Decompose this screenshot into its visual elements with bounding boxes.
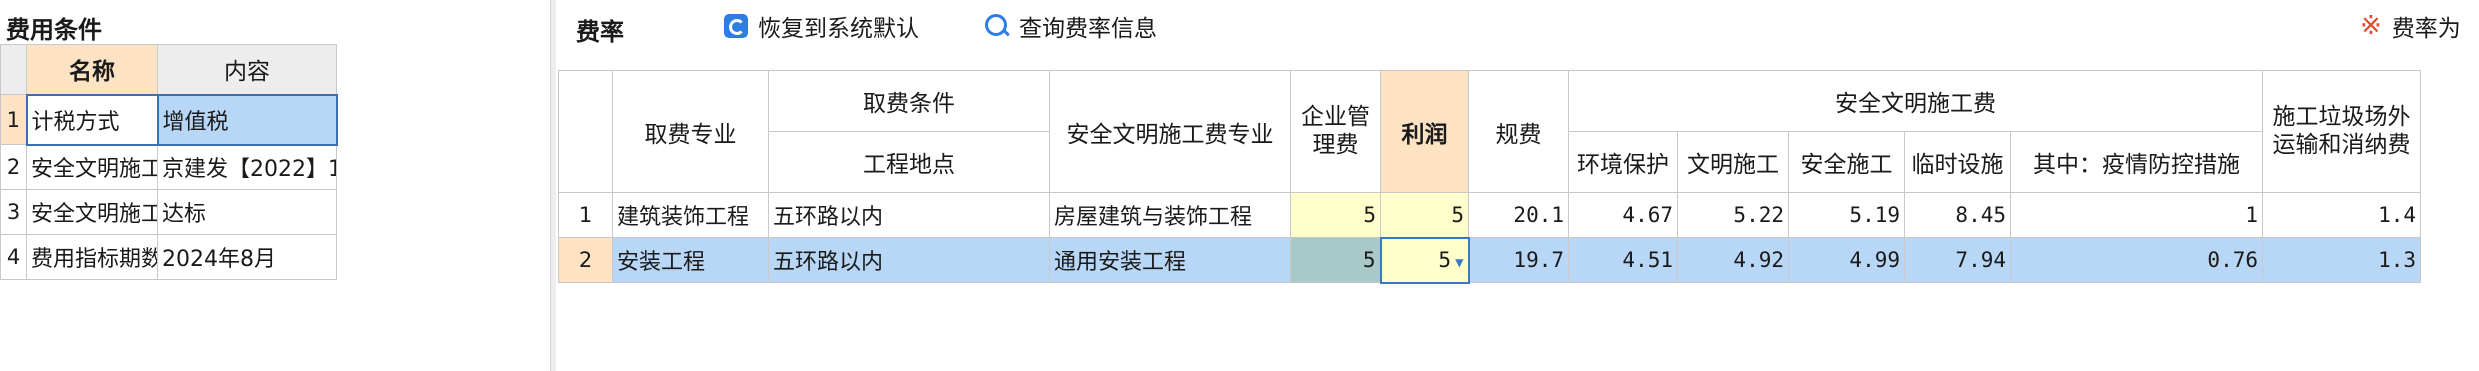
- refresh-icon: [724, 14, 748, 38]
- right-panel-title: 费率: [576, 18, 624, 46]
- cell-env[interactable]: 4.67: [1568, 192, 1678, 238]
- cell-management-fee[interactable]: 5: [1290, 192, 1381, 238]
- row-number[interactable]: 2: [0, 144, 27, 190]
- header-major[interactable]: 取费专业: [612, 70, 769, 193]
- cell-location[interactable]: 五环路以内: [768, 192, 1050, 238]
- cell-management-fee[interactable]: 5: [1290, 237, 1381, 283]
- condition-value[interactable]: 增值税: [156, 93, 338, 146]
- restore-default-label: 恢复到系统默认: [758, 16, 919, 42]
- dropdown-arrow-icon[interactable]: ▼: [1455, 255, 1463, 271]
- header-epidemic[interactable]: 其中：疫情防控措施: [2010, 131, 2263, 193]
- condition-name[interactable]: 安全文明施工标准: [26, 189, 158, 235]
- header-env[interactable]: 环境保护: [1568, 131, 1678, 193]
- row-number[interactable]: 1: [558, 192, 613, 238]
- cell-regulation-fee[interactable]: 20.1: [1468, 192, 1569, 238]
- cell-safety-major[interactable]: 房屋建筑与装饰工程: [1049, 192, 1291, 238]
- cell-temp[interactable]: 7.94: [1904, 237, 2011, 283]
- cell-temp[interactable]: 8.45: [1904, 192, 2011, 238]
- cell-env[interactable]: 4.51: [1568, 237, 1678, 283]
- cell-epidemic[interactable]: 1: [2010, 192, 2263, 238]
- header-safety-major[interactable]: 安全文明施工费专业: [1049, 70, 1291, 193]
- query-rate-label: 查询费率信息: [1019, 16, 1157, 42]
- condition-name[interactable]: 安全文明施工文件: [26, 144, 158, 190]
- row-number[interactable]: 3: [0, 189, 27, 235]
- condition-name[interactable]: 计税方式: [25, 93, 159, 146]
- cell-regulation-fee[interactable]: 19.7: [1468, 237, 1569, 283]
- cell-safe[interactable]: 4.99: [1788, 237, 1905, 283]
- profit-value: 5: [1438, 248, 1452, 272]
- header-safety-group[interactable]: 安全文明施工费: [1568, 70, 2263, 132]
- table-row[interactable]: 2 安装工程 五环路以内 通用安装工程 5 5 ▼ 19.7 4.51 4.92 …: [558, 236, 2421, 284]
- fee-conditions-table: 名称 内容 1 计税方式 增值税 2 安全文明施工文件 京建发【2022】190…: [0, 44, 338, 280]
- cell-profit-editor[interactable]: 5 ▼: [1379, 236, 1470, 284]
- search-icon: [985, 14, 1009, 38]
- corner-cell: [558, 70, 613, 193]
- corner-cell: [0, 44, 27, 95]
- row-number[interactable]: 4: [0, 234, 27, 280]
- header-location[interactable]: 工程地点: [768, 131, 1050, 193]
- header-profit[interactable]: 利润: [1380, 70, 1469, 193]
- cell-civil[interactable]: 4.92: [1677, 237, 1789, 283]
- cell-civil[interactable]: 5.22: [1677, 192, 1789, 238]
- header-name[interactable]: 名称: [26, 44, 158, 95]
- cell-epidemic[interactable]: 0.76: [2010, 237, 2263, 283]
- header-temp[interactable]: 临时设施: [1904, 131, 2011, 193]
- left-panel-title: 费用条件: [6, 16, 102, 44]
- cell-safety-major[interactable]: 通用安装工程: [1049, 237, 1291, 283]
- cell-safe[interactable]: 5.19: [1788, 192, 1905, 238]
- fee-rate-table: 取费专业 取费条件 安全文明施工费专业 企业管理费 利润 规费 安全文明施工费 …: [558, 70, 2421, 284]
- cell-waste[interactable]: 1.3: [2262, 237, 2421, 283]
- query-rate-button[interactable]: 查询费率信息: [985, 9, 1157, 43]
- condition-value[interactable]: 2024年8月: [157, 234, 337, 280]
- condition-name[interactable]: 费用指标期数: [26, 234, 158, 280]
- header-civil[interactable]: 文明施工: [1677, 131, 1789, 193]
- condition-value[interactable]: 京建发【2022】190号文: [157, 144, 337, 190]
- cell-waste[interactable]: 1.4: [2262, 192, 2421, 238]
- condition-value[interactable]: 达标: [157, 189, 337, 235]
- table-row[interactable]: 1 建筑装饰工程 五环路以内 房屋建筑与装饰工程 5 5 20.1 4.67 5…: [558, 192, 2421, 238]
- rate-warning[interactable]: ※ 费率为: [2360, 9, 2461, 43]
- row-number[interactable]: 1: [0, 94, 27, 145]
- cell-location[interactable]: 五环路以内: [768, 237, 1050, 283]
- cell-major[interactable]: 建筑装饰工程: [612, 192, 769, 238]
- row-number[interactable]: 2: [558, 237, 613, 283]
- header-content[interactable]: 内容: [157, 44, 337, 95]
- header-condition[interactable]: 取费条件: [768, 70, 1050, 132]
- cell-major[interactable]: 安装工程: [612, 237, 769, 283]
- header-regulation-fee[interactable]: 规费: [1468, 70, 1569, 193]
- panel-splitter[interactable]: [550, 0, 556, 371]
- restore-default-button[interactable]: 恢复到系统默认: [724, 9, 919, 43]
- header-waste-transport[interactable]: 施工垃圾场外运输和消纳费: [2262, 70, 2421, 193]
- header-management-fee[interactable]: 企业管理费: [1290, 70, 1381, 193]
- header-safe[interactable]: 安全施工: [1788, 131, 1905, 193]
- warning-icon: ※: [2360, 11, 2382, 41]
- cell-profit[interactable]: 5: [1380, 192, 1469, 238]
- rate-warning-label: 费率为: [2391, 16, 2461, 42]
